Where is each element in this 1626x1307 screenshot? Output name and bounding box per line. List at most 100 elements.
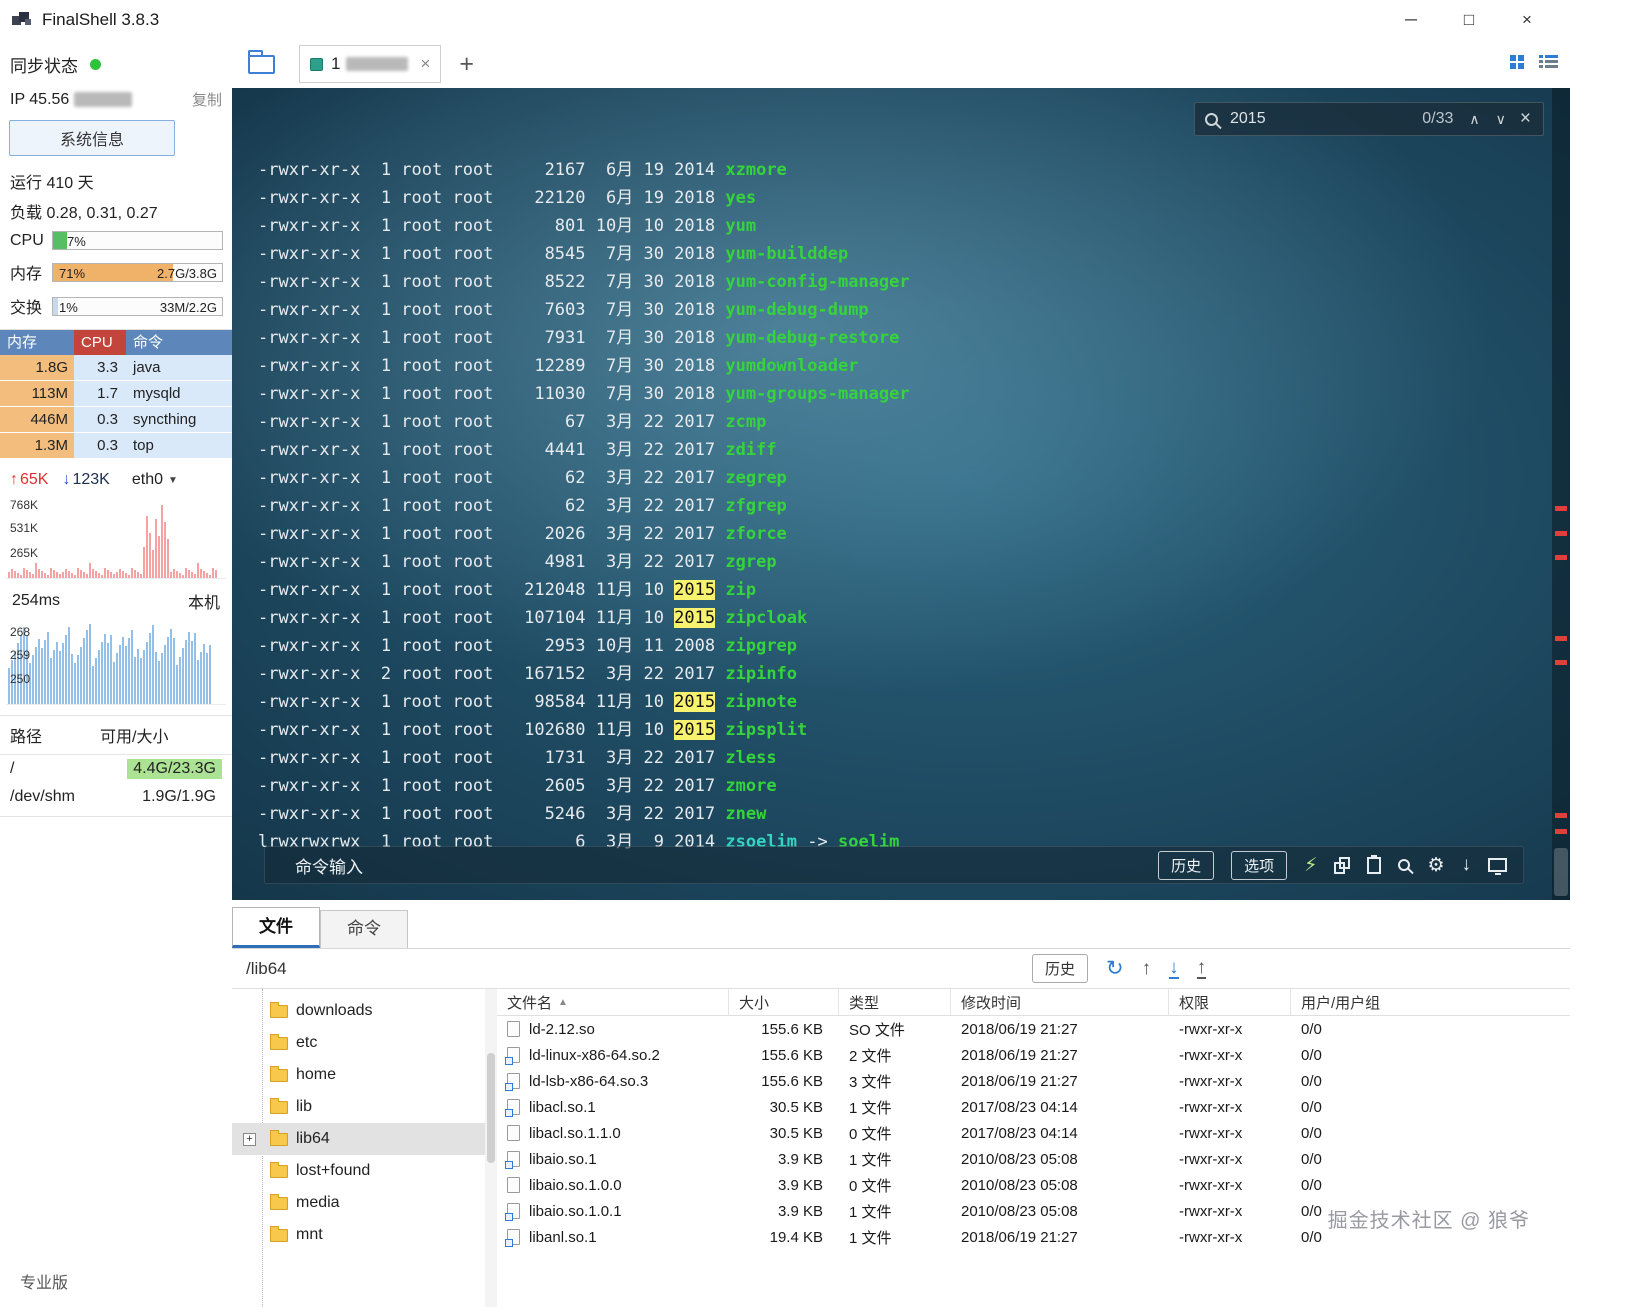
terminal-scrollbar[interactable] xyxy=(1552,88,1570,900)
tab-label: 1 xyxy=(331,54,340,74)
new-tab-button[interactable]: + xyxy=(459,50,474,79)
file-permissions: -rwxr-xr-x xyxy=(1169,1146,1291,1172)
search-input[interactable]: 2015 xyxy=(1230,110,1422,128)
sync-status-label: 同步状态 xyxy=(10,52,78,77)
file-name: ld-2.12.so xyxy=(497,1016,729,1042)
system-info-button[interactable]: 系统信息 xyxy=(9,120,175,156)
file-row[interactable]: libacl.so.1.1.030.5 KB0 文件2017/08/23 04:… xyxy=(497,1120,1570,1146)
search-close-icon[interactable]: × xyxy=(1520,108,1531,130)
download-icon[interactable]: ↓ xyxy=(1169,959,1179,979)
tree-item-mnt[interactable]: mnt xyxy=(232,1219,485,1251)
process-row[interactable]: 113M1.7mysqld xyxy=(0,381,232,407)
scroll-down-icon[interactable]: ↓ xyxy=(1462,854,1472,876)
column-header-permissions[interactable]: 权限 xyxy=(1169,989,1291,1015)
grid-view-icon[interactable] xyxy=(1509,54,1525,75)
tree-item-home[interactable]: home xyxy=(232,1059,485,1091)
session-tab[interactable]: 1 × xyxy=(299,45,441,83)
tab-files[interactable]: 文件 xyxy=(232,907,320,948)
memory-meter: 71% 2.7G/3.8G xyxy=(52,263,223,282)
column-header-type[interactable]: 类型 xyxy=(839,989,951,1015)
file-panel: 文件 命令 /lib64 历史 ↻ ↑ ↓ ↑ downloadsetchome… xyxy=(232,908,1570,1307)
file-table-header: 文件名▲ 大小 类型 修改时间 权限 用户/用户组 xyxy=(497,989,1570,1016)
options-button[interactable]: 选项 xyxy=(1231,851,1287,880)
process-header-cpu[interactable]: CPU xyxy=(74,330,126,355)
fullscreen-icon[interactable] xyxy=(1488,858,1507,872)
session-icon xyxy=(310,58,323,71)
tree-item-downloads[interactable]: downloads xyxy=(232,995,485,1027)
file-row[interactable]: ld-2.12.so155.6 KBSO 文件2018/06/19 21:27-… xyxy=(497,1016,1570,1042)
maximize-button[interactable]: □ xyxy=(1440,0,1498,40)
disk-row: /4.4G/23.3G xyxy=(0,755,232,783)
tree-item-lost+found[interactable]: lost+found xyxy=(232,1155,485,1187)
terminal-line: -rwxr-xr-x 1 root root 801 10月 10 2018 y… xyxy=(258,212,1530,240)
terminal-line: -rwxr-xr-x 1 root root 1731 3月 22 2017 z… xyxy=(258,744,1530,772)
lightning-icon[interactable]: ⚡ xyxy=(1304,854,1317,877)
file-mtime: 2010/08/23 05:08 xyxy=(951,1172,1169,1198)
tree-item-lib[interactable]: lib xyxy=(232,1091,485,1123)
terminal-line: -rwxr-xr-x 1 root root 62 3月 22 2017 zeg… xyxy=(258,464,1530,492)
parent-directory-icon[interactable]: ↑ xyxy=(1142,960,1152,978)
history-button[interactable]: 历史 xyxy=(1158,851,1214,880)
current-path[interactable]: /lib64 xyxy=(246,959,287,979)
paste-icon[interactable] xyxy=(1367,857,1381,874)
refresh-icon[interactable]: ↻ xyxy=(1106,960,1124,978)
terminal-line: -rwxr-xr-x 1 root root 8522 7月 30 2018 y… xyxy=(258,268,1530,296)
file-icon xyxy=(507,1073,520,1089)
file-row[interactable]: libacl.so.130.5 KB1 文件2017/08/23 04:14-r… xyxy=(497,1094,1570,1120)
file-row[interactable]: ld-linux-x86-64.so.2155.6 KB2 文件2018/06/… xyxy=(497,1042,1570,1068)
close-button[interactable]: × xyxy=(1498,0,1556,40)
upload-icon[interactable]: ↑ xyxy=(1197,959,1207,979)
process-header-command[interactable]: 命令 xyxy=(126,330,232,355)
terminal-line: -rwxr-xr-x 1 root root 7931 7月 30 2018 y… xyxy=(258,324,1530,352)
copy-icon[interactable] xyxy=(1334,857,1350,874)
file-owner: 0/0 xyxy=(1291,1016,1570,1042)
file-panel-body: downloadsetchomelib+lib64lost+foundmedia… xyxy=(232,989,1570,1307)
process-row[interactable]: 446M0.3syncthing xyxy=(0,407,232,433)
terminal-line: -rwxr-xr-x 1 root root 4441 3月 22 2017 z… xyxy=(258,436,1530,464)
splitter-handle[interactable] xyxy=(232,900,1570,908)
copy-ip-button[interactable]: 复制 xyxy=(192,89,222,110)
command-bar-tools: 历史 选项 ⚡ ⚙ ↓ xyxy=(1158,851,1507,880)
file-type: 0 文件 xyxy=(839,1172,951,1198)
file-row[interactable]: ld-lsb-x86-64.so.3155.6 KB3 文件2018/06/19… xyxy=(497,1068,1570,1094)
search-icon xyxy=(1205,113,1218,126)
file-history-button[interactable]: 历史 xyxy=(1032,954,1088,983)
process-header-memory[interactable]: 内存 xyxy=(0,330,74,355)
expander-icon[interactable]: + xyxy=(243,1133,256,1146)
tab-commands[interactable]: 命令 xyxy=(320,910,408,948)
process-row[interactable]: 1.8G3.3java xyxy=(0,355,232,381)
tree-item-media[interactable]: media xyxy=(232,1187,485,1219)
terminal[interactable]: 2015 0/33 ∧ ∨ × -rwxr-xr-x 1 root root 2… xyxy=(232,88,1570,900)
file-icon xyxy=(507,1229,520,1245)
file-row[interactable]: libaio.so.1.0.03.9 KB0 文件2010/08/23 05:0… xyxy=(497,1172,1570,1198)
process-command: java xyxy=(126,355,232,380)
load-label: 负载 0.28, 0.31, 0.27 xyxy=(0,196,232,226)
settings-gear-icon[interactable]: ⚙ xyxy=(1427,854,1444,877)
list-view-icon[interactable] xyxy=(1539,54,1558,74)
minimize-button[interactable]: ─ xyxy=(1382,0,1440,40)
search-prev-icon[interactable]: ∧ xyxy=(1469,111,1479,128)
chevron-down-icon[interactable]: ▼ xyxy=(168,475,178,486)
search-tool-icon[interactable] xyxy=(1398,859,1410,871)
column-header-mtime[interactable]: 修改时间 xyxy=(951,989,1169,1015)
process-row[interactable]: 1.3M0.3top xyxy=(0,433,232,459)
open-folder-icon[interactable] xyxy=(248,55,275,74)
scrollbar-thumb[interactable] xyxy=(1554,848,1568,896)
tree-scrollbar-thumb[interactable] xyxy=(487,1053,495,1163)
tab-label-redacted xyxy=(346,57,408,71)
tab-close-icon[interactable]: × xyxy=(420,54,430,74)
tree-item-lib64[interactable]: +lib64 xyxy=(232,1123,485,1155)
panel-tabs: 文件 命令 xyxy=(232,908,1570,949)
column-header-filename[interactable]: 文件名▲ xyxy=(497,989,729,1015)
command-input[interactable]: 命令输入 xyxy=(295,853,363,878)
tree-item-label: mnt xyxy=(296,1226,323,1244)
ping-chart-bars xyxy=(8,624,224,704)
tree-item-etc[interactable]: etc xyxy=(232,1027,485,1059)
file-size: 3.9 KB xyxy=(729,1198,839,1224)
column-header-owner[interactable]: 用户/用户组 xyxy=(1291,989,1570,1015)
tree-scrollbar[interactable] xyxy=(485,989,497,1307)
interface-select[interactable]: eth0 xyxy=(132,471,163,489)
column-header-size[interactable]: 大小 xyxy=(729,989,839,1015)
search-next-icon[interactable]: ∨ xyxy=(1496,111,1506,128)
file-row[interactable]: libaio.so.13.9 KB1 文件2010/08/23 05:08-rw… xyxy=(497,1146,1570,1172)
